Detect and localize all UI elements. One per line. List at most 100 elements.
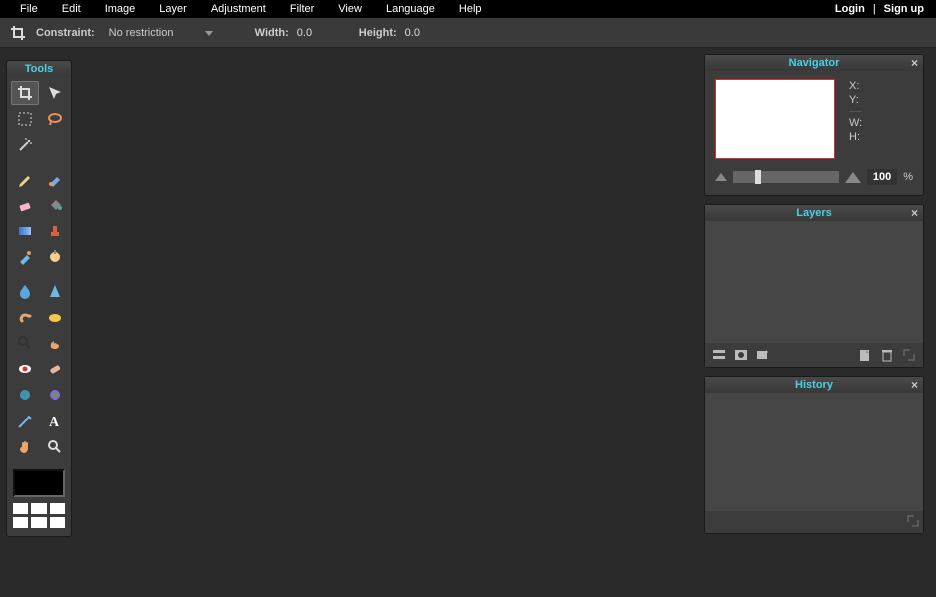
tool-redeye[interactable] (11, 357, 39, 381)
tool-clone-stamp[interactable] (41, 219, 69, 243)
tool-brush[interactable] (41, 167, 69, 191)
swatch[interactable] (31, 517, 46, 528)
navigator-info: X: Y: W: H: (849, 79, 862, 159)
tool-marquee[interactable] (11, 107, 39, 131)
zoom-pct: % (903, 171, 913, 183)
close-icon[interactable]: × (911, 206, 918, 220)
auth-links: Login | Sign up (831, 3, 928, 15)
tool-color-replace[interactable] (11, 245, 39, 269)
history-body[interactable] (705, 393, 923, 511)
height-value[interactable]: 0.0 (405, 27, 441, 39)
menu-image[interactable]: Image (93, 3, 148, 15)
layer-mask-icon[interactable] (733, 347, 749, 363)
zoom-slider[interactable] (733, 171, 839, 183)
tool-empty (41, 133, 69, 157)
swatch[interactable] (50, 503, 65, 514)
menu-language[interactable]: Language (374, 3, 447, 15)
layers-title-text: Layers (796, 207, 831, 219)
tool-hand[interactable] (11, 435, 39, 459)
tool-gradient[interactable] (11, 219, 39, 243)
menu-edit[interactable]: Edit (50, 3, 93, 15)
close-icon[interactable]: × (911, 56, 918, 70)
zoom-out-icon[interactable] (715, 173, 727, 181)
menubar: File Edit Image Layer Adjustment Filter … (0, 0, 936, 18)
tools-title: Tools (7, 61, 71, 77)
menu-filter[interactable]: Filter (278, 3, 326, 15)
constraint-select[interactable]: No restriction (103, 24, 219, 42)
tool-healing[interactable] (41, 357, 69, 381)
tool-type[interactable]: A (41, 409, 69, 433)
tool-crop[interactable] (11, 81, 39, 105)
login-link[interactable]: Login (831, 3, 869, 15)
navigator-title: Navigator × (705, 55, 923, 71)
menu-help[interactable]: Help (447, 3, 494, 15)
tool-eraser[interactable] (11, 193, 39, 217)
layers-footer (705, 343, 923, 367)
layers-title: Layers × (705, 205, 923, 221)
close-icon[interactable]: × (911, 378, 918, 392)
swatch[interactable] (13, 517, 28, 528)
navigator-panel: Navigator × X: Y: W: H: 100 % (704, 54, 924, 196)
swatch[interactable] (13, 503, 28, 514)
layer-style-icon[interactable] (755, 347, 771, 363)
tool-pencil[interactable] (11, 167, 39, 191)
tool-sponge[interactable] (41, 305, 69, 329)
options-bar: Constraint: No restriction Width: 0.0 He… (0, 18, 936, 48)
constraint-value: No restriction (103, 24, 213, 42)
menu-view[interactable]: View (326, 3, 374, 15)
tool-bloat[interactable] (11, 383, 39, 407)
tool-lasso[interactable] (41, 107, 69, 131)
tool-dodge[interactable] (11, 331, 39, 355)
menu-layer[interactable]: Layer (147, 3, 199, 15)
width-label: Width: (255, 27, 289, 39)
menu-file[interactable]: File (8, 3, 50, 15)
tool-color-picker[interactable] (41, 245, 69, 269)
slider-thumb[interactable] (755, 170, 761, 184)
tool-sharpen[interactable] (41, 279, 69, 303)
nav-x: X: (849, 79, 862, 93)
tool-blur[interactable] (11, 279, 39, 303)
resize-icon[interactable] (907, 515, 919, 527)
tool-smudge[interactable] (11, 305, 39, 329)
width-value[interactable]: 0.0 (297, 27, 333, 39)
layers-body[interactable] (705, 221, 923, 343)
history-panel: History × (704, 376, 924, 534)
svg-text:A: A (49, 415, 60, 429)
layers-panel: Layers × (704, 204, 924, 368)
nav-w: W: (849, 116, 862, 130)
tools-panel: Tools A (6, 60, 72, 537)
navigator-title-text: Navigator (789, 57, 840, 69)
trash-icon[interactable] (879, 347, 895, 363)
constraint-label: Constraint: (36, 27, 95, 39)
swatch-grid (7, 503, 71, 536)
tool-move[interactable] (41, 81, 69, 105)
zoom-value[interactable]: 100 (867, 169, 897, 185)
tool-pinch[interactable] (41, 383, 69, 407)
navigator-preview[interactable] (715, 79, 835, 159)
tool-burn[interactable] (41, 331, 69, 355)
signup-link[interactable]: Sign up (880, 3, 928, 15)
tool-draw[interactable] (11, 409, 39, 433)
tool-wand[interactable] (11, 133, 39, 157)
history-footer (705, 511, 923, 533)
nav-y: Y: (849, 93, 862, 107)
tool-zoom[interactable] (41, 435, 69, 459)
nav-h: H: (849, 130, 862, 144)
tool-paint-bucket[interactable] (41, 193, 69, 217)
menu-adjustment[interactable]: Adjustment (199, 3, 278, 15)
history-title-text: History (795, 379, 833, 391)
new-layer-icon[interactable] (857, 347, 873, 363)
zoom-in-icon[interactable] (845, 172, 861, 183)
layer-settings-icon[interactable] (711, 347, 727, 363)
tool-grid: A (7, 77, 71, 463)
foreground-color[interactable] (13, 469, 65, 497)
auth-sep: | (869, 3, 880, 15)
resize-icon[interactable] (901, 347, 917, 363)
right-panels: Navigator × X: Y: W: H: 100 % Layers × (704, 54, 924, 534)
history-title: History × (705, 377, 923, 393)
menu-left: File Edit Image Layer Adjustment Filter … (8, 3, 494, 15)
crop-icon (8, 23, 28, 43)
swatch[interactable] (50, 517, 65, 528)
swatch[interactable] (31, 503, 46, 514)
height-label: Height: (359, 27, 397, 39)
